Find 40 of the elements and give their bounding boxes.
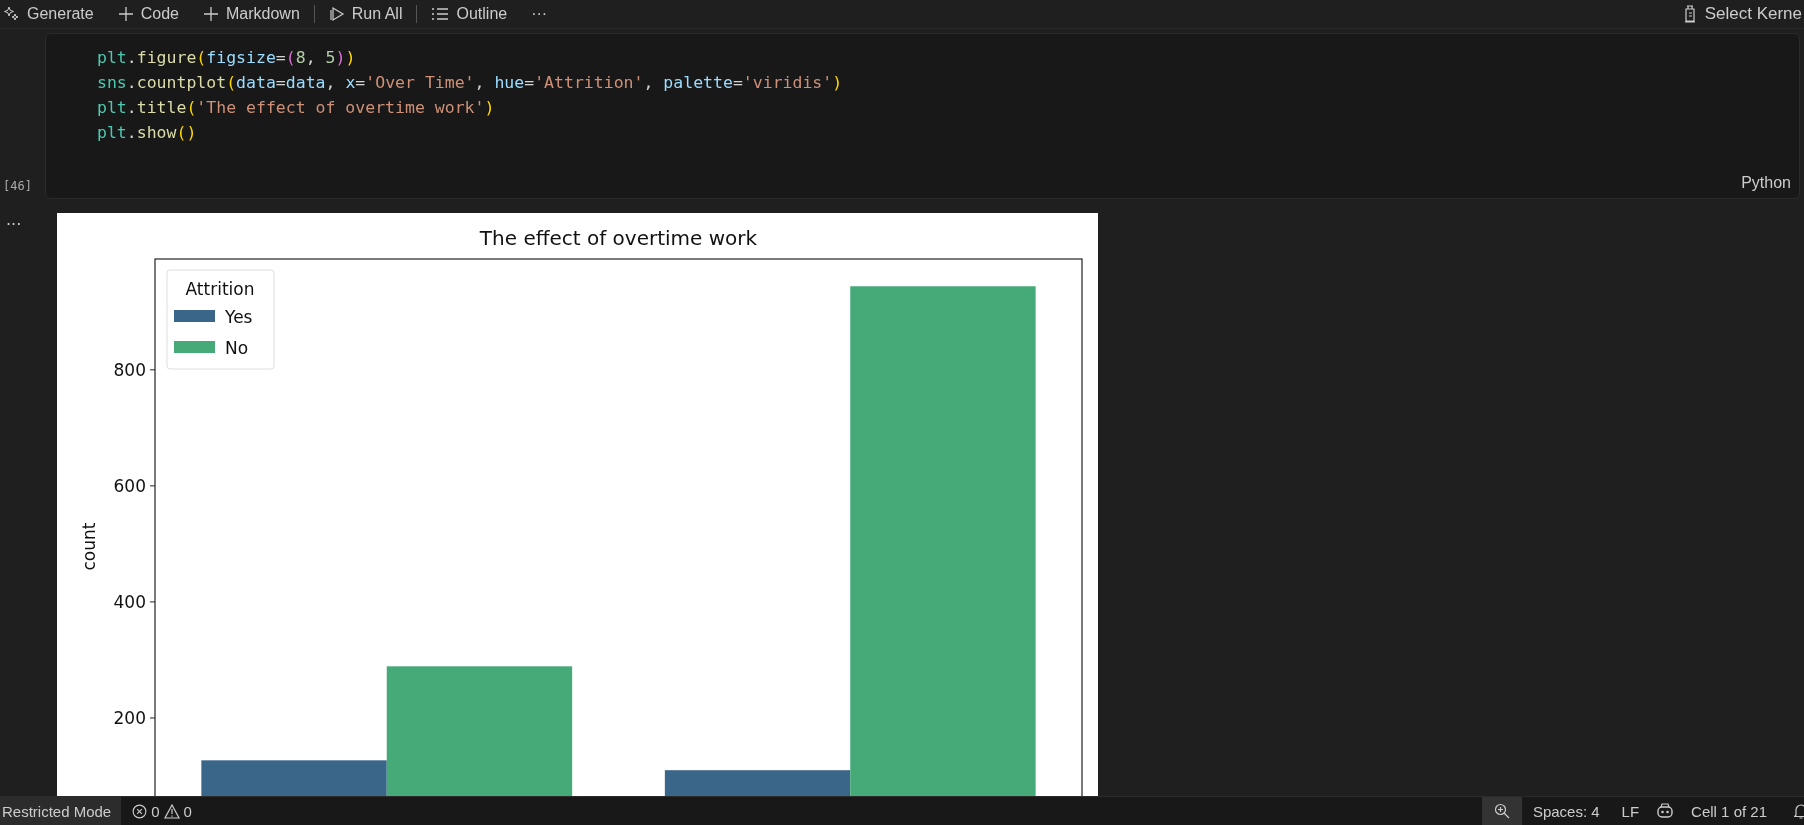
select-kernel-button[interactable]: Select Kerne xyxy=(1669,1,1804,27)
toolbar-button[interactable]: Code xyxy=(105,1,191,27)
plus-icon xyxy=(117,6,134,22)
code-line: plt.show() xyxy=(97,122,198,144)
error-icon xyxy=(132,803,148,819)
warning-icon xyxy=(163,803,180,819)
legend-label: No xyxy=(225,338,249,358)
cell-position-indicator[interactable]: Cell 1 of 21 xyxy=(1680,802,1778,820)
zoom-in-icon xyxy=(1493,803,1510,819)
y-tick-label: 800 xyxy=(113,359,146,380)
restricted-mode-indicator[interactable]: Restricted Mode xyxy=(0,797,122,825)
sparkle-icon xyxy=(4,6,20,22)
line-ending-indicator[interactable]: LF xyxy=(1610,802,1651,820)
problems-indicator[interactable]: 0 0 xyxy=(121,802,203,820)
chart-title: The effect of overtime work xyxy=(479,226,758,250)
y-tick-label: 200 xyxy=(113,707,146,728)
y-tick-label: 400 xyxy=(113,591,146,612)
plus-icon xyxy=(202,6,219,22)
language-label[interactable]: Python xyxy=(1741,174,1791,192)
y-tick-label: 600 xyxy=(113,475,146,496)
toolbar-button[interactable]: Markdown xyxy=(190,1,312,27)
code-cell[interactable]: plt.figure(figsize=(8, 5)) sns.countplot(data=data, x='Over Time', hue='Attrition', palette='viridis') plt.title('The effect of overtime work') plt.show() Python xyxy=(45,33,1800,199)
legend-label: Yes xyxy=(225,307,253,327)
toolbar-button[interactable]: Outline xyxy=(419,1,520,27)
list-icon xyxy=(431,6,450,22)
legend-title: Attrition xyxy=(185,279,255,299)
robot-icon[interactable] xyxy=(1656,803,1675,819)
execution-count: [46] xyxy=(2,179,32,193)
indentation-indicator[interactable]: Spaces: 4 xyxy=(1521,802,1611,820)
code-line: plt.figure(figsize=(8, 5)) xyxy=(97,47,357,69)
toolbar-button[interactable]: Run All xyxy=(316,1,415,27)
code-line: plt.title('The effect of overtime work') xyxy=(97,97,496,119)
y-axis-label: count xyxy=(79,522,99,571)
code-line: sns.countplot(data=data, x='Over Time', hue='Attrition', palette='viridis') xyxy=(97,72,844,94)
more-button[interactable]: ··· xyxy=(519,1,560,27)
play-icon xyxy=(328,6,345,22)
zoom-button[interactable] xyxy=(1481,797,1522,825)
bell-icon[interactable] xyxy=(1794,803,1804,819)
output-menu[interactable]: ··· xyxy=(0,215,22,234)
toolbar-button[interactable]: Generate xyxy=(0,1,106,27)
